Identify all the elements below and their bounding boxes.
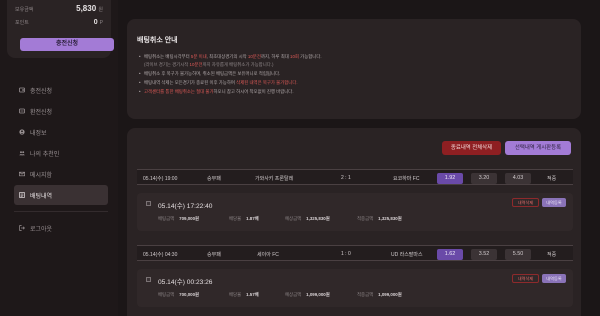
odd-draw: 3.20 (471, 173, 497, 184)
bet-detail-card: 05.14(수) 00:23:26 내역삭제 내역등록 배팅금액 700,000원… (137, 269, 573, 307)
odd-home-selected: 1.92 (437, 173, 463, 184)
info-item: 배팅취소 후 복구가 불가능하며, 취소된 배팅금액은 보유머니로 적립됩니다. (139, 69, 569, 78)
bet-group: 05.14(수) 04:30 승무패 세이아 FC 1 : 0 UD 라스팔마스… (137, 245, 573, 307)
info-title: 배팅취소 안내 (137, 37, 178, 44)
post-history-badge[interactable]: 내역등록 (542, 198, 566, 207)
bet-cancel-info-panel: 배팅취소 안내 배팅취소는 배팅시각부터 5분 이내, 최초대상경기의 시작 1… (127, 19, 581, 119)
info-item: 고객센터를 통한 배팅취소는 절대 불가하오니 참고 하시어 착오없이 진행 바… (139, 87, 569, 96)
odd-away: 5.50 (505, 249, 531, 260)
expected-amount: 예상금액 1,099,000원 (285, 292, 330, 297)
bet-select-checkbox[interactable] (146, 201, 151, 206)
match-row: 05.14(수) 19:00 승무패 가와사키 프론탈레 2 : 1 요코하마 … (137, 169, 573, 185)
sidebar-item-label: 나의 추천인 (30, 151, 60, 158)
sidebar-item-myinfo[interactable]: 내정보 (14, 122, 108, 142)
sidebar-item-messages[interactable]: 메시지함 (14, 164, 108, 184)
money-label: 보유금액 (15, 7, 34, 13)
home-team: 세이아 FC (257, 252, 279, 258)
users-icon (19, 150, 25, 156)
away-team: UD 라스팔마스 (391, 252, 423, 258)
away-team: 요코하마 FC (393, 176, 420, 182)
money-row: 보유금액 5,830 원 (15, 4, 103, 13)
charge-button[interactable]: 충전신청 (20, 38, 114, 51)
sidebar-item-label: 환전신청 (30, 109, 53, 116)
bet-select-checkbox[interactable] (146, 277, 151, 282)
sidebar-item-label: 로그아웃 (30, 226, 53, 233)
delete-history-badge[interactable]: 내역삭제 (512, 198, 539, 207)
info-subnote: (라이브 경기는 경기시작 10분전까지 자유롭게 배팅취소가 가능합니다.) (144, 62, 274, 67)
delete-all-finished-button[interactable]: 종료내역 전체삭제 (442, 141, 501, 155)
odd-draw: 3.52 (471, 249, 497, 260)
market-type: 승무패 (207, 252, 221, 258)
match-time: 05.14(수) 04:30 (143, 252, 178, 258)
bet-datetime: 05.14(수) 17:22:40 (158, 203, 213, 210)
bet-detail-card: 05.14(수) 17:22:40 내역삭제 내역등록 배팅금액 709,000원… (137, 193, 573, 231)
sidebar-item-label: 충전신청 (30, 88, 53, 95)
sidebar-item-bet-history[interactable]: 배팅내역 (14, 185, 108, 205)
wallet-card: 보유금액 5,830 원 포인트 0 P 충전신청 (7, 0, 114, 58)
sidebar-item-label: 배팅내역 (30, 193, 53, 200)
sidebar-item-label: 내정보 (30, 130, 47, 137)
market-type: 승무패 (207, 176, 221, 182)
match-result: 적중 (547, 176, 557, 182)
point-value: 0 P (93, 19, 103, 26)
exchange-icon (19, 108, 25, 114)
info-item: 배팅취소는 배팅시각부터 5분 이내, 최초대상경기의 시작 10분전까지, 하… (139, 52, 569, 61)
home-team: 가와사키 프론탈레 (255, 176, 294, 182)
odd-away: 4.03 (505, 173, 531, 184)
match-result: 적중 (547, 252, 557, 258)
bet-group: 05.14(수) 19:00 승무패 가와사키 프론탈레 2 : 1 요코하마 … (137, 169, 573, 231)
delete-history-badge[interactable]: 내역삭제 (512, 274, 539, 283)
post-selected-button[interactable]: 선택내역 게시판등록 (505, 141, 571, 155)
user-icon (19, 129, 25, 135)
wallet-icon (19, 87, 25, 93)
info-list: 배팅취소는 배팅시각부터 5분 이내, 최초대상경기의 시작 10분전까지, 하… (139, 52, 569, 96)
match-score: 2 : 1 (341, 175, 351, 181)
info-item: 배팅내역 삭제는 모든경기가 종료된 이후 가능하며 삭제된 내역은 복구가 불… (139, 78, 569, 87)
sidebar-item-referrals[interactable]: 나의 추천인 (14, 143, 108, 163)
sidebar-item-logout[interactable]: 로그아웃 (14, 218, 108, 238)
bet-datetime: 05.14(수) 00:23:26 (158, 279, 213, 286)
match-score: 1 : 0 (341, 251, 351, 257)
logout-icon (19, 225, 25, 231)
sidebar-item-charge[interactable]: 충전신청 (14, 80, 108, 100)
sidebar-item-label: 메시지함 (30, 172, 53, 179)
sidebar-nav: 충전신청 환전신청 내정보 나의 추천인 메시지함 배팅내역 로그아웃 (14, 80, 108, 239)
win-amount: 적중금액 1,325,830원 (357, 216, 402, 221)
sidebar: 보유금액 5,830 원 포인트 0 P 충전신청 충전신청 환전신청 내정보 … (0, 0, 118, 316)
bet-odds: 배당율 1.57배 (229, 292, 259, 297)
sidebar-divider (14, 211, 108, 212)
point-label: 포인트 (15, 20, 29, 26)
bet-amount: 배팅금액 709,000원 (158, 216, 200, 221)
money-value: 5,830 원 (76, 4, 103, 13)
post-history-badge[interactable]: 내역등록 (542, 274, 566, 283)
point-row: 포인트 0 P (15, 19, 103, 26)
bet-odds: 배당율 1.87배 (229, 216, 259, 221)
match-time: 05.14(수) 19:00 (143, 176, 178, 182)
match-row: 05.14(수) 04:30 승무패 세이아 FC 1 : 0 UD 라스팔마스… (137, 245, 573, 261)
list-icon (19, 192, 25, 198)
sidebar-item-exchange[interactable]: 환전신청 (14, 101, 108, 121)
win-amount: 적중금액 1,099,000원 (357, 292, 402, 297)
bet-amount: 배팅금액 700,000원 (158, 292, 200, 297)
odd-home-selected: 1.62 (437, 249, 463, 260)
bet-history-panel: 종료내역 전체삭제 선택내역 게시판등록 05.14(수) 19:00 승무패 … (127, 128, 581, 316)
mail-icon (19, 171, 25, 177)
app-root: 보유금액 5,830 원 포인트 0 P 충전신청 충전신청 환전신청 내정보 … (0, 0, 600, 316)
expected-amount: 예상금액 1,325,830원 (285, 216, 330, 221)
